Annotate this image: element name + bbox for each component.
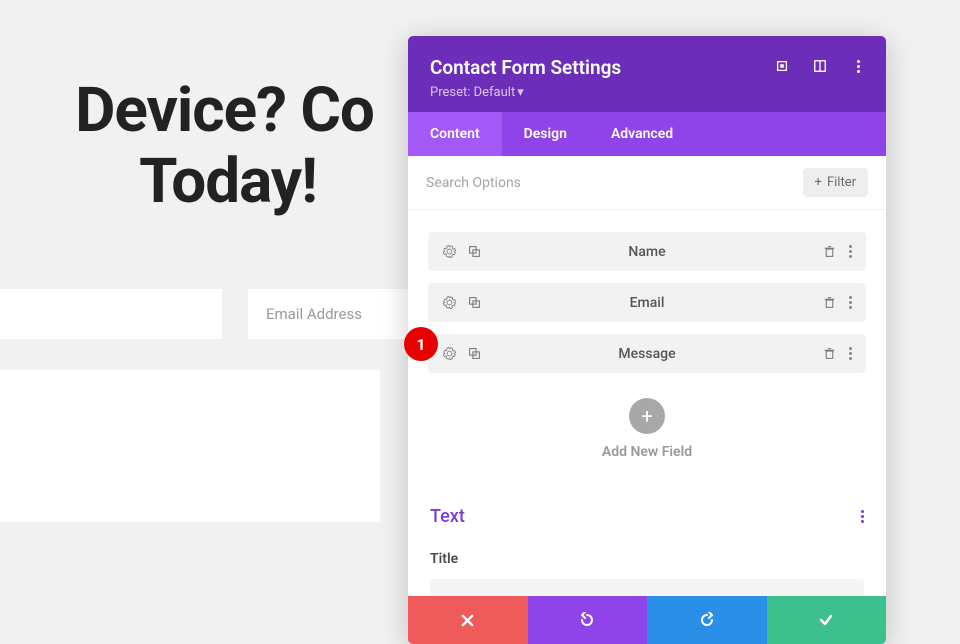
message-textarea[interactable] [0,370,380,522]
trash-icon[interactable] [822,244,837,259]
duplicate-icon[interactable] [467,346,482,361]
duplicate-icon[interactable] [467,295,482,310]
search-input[interactable]: Search Options [426,175,521,191]
trash-icon[interactable] [822,346,837,361]
layout-icon[interactable] [812,58,828,74]
confirm-button[interactable] [767,596,887,644]
field-label: Email [630,295,665,311]
tab-design[interactable]: Design [502,112,589,156]
chevron-down-icon: ▾ [517,85,524,100]
field-row-name[interactable]: Name [428,232,866,271]
page-heading: Device? CoToday! [18,75,438,218]
close-icon [460,613,475,628]
modal-header: Contact Form Settings Preset: Default▾ [408,36,886,112]
settings-modal: Contact Form Settings Preset: Default▾ C… [408,36,886,644]
tab-content[interactable]: Content [408,112,502,156]
more-icon[interactable] [849,347,852,360]
name-input[interactable] [0,289,222,339]
title-input[interactable] [430,579,864,596]
preset-selector[interactable]: Preset: Default▾ [430,85,864,100]
redo-icon [699,612,715,628]
undo-button[interactable] [528,596,648,644]
add-field-button[interactable]: + [629,398,665,434]
more-icon[interactable] [861,510,864,523]
cancel-button[interactable] [408,596,528,644]
gear-icon[interactable] [442,295,457,310]
gear-icon[interactable] [442,244,457,259]
more-icon[interactable] [849,245,852,258]
field-row-email[interactable]: Email [428,283,866,322]
add-field-label: Add New Field [408,444,886,460]
field-label: Name [628,244,665,260]
tab-advanced[interactable]: Advanced [589,112,695,156]
gear-icon[interactable] [442,346,457,361]
check-icon [818,612,834,628]
filter-button[interactable]: + Filter [803,168,868,197]
section-title[interactable]: Text [430,506,465,527]
expand-icon[interactable] [774,58,790,74]
more-icon[interactable] [849,296,852,309]
field-row-message[interactable]: Message [428,334,866,373]
annotation-badge: 1 [404,327,438,361]
undo-icon [579,612,595,628]
more-icon[interactable] [850,58,866,74]
plus-icon: + [641,404,652,428]
title-label: Title [430,551,864,567]
plus-icon: + [815,175,822,190]
field-label: Message [618,346,675,362]
trash-icon[interactable] [822,295,837,310]
duplicate-icon[interactable] [467,244,482,259]
tabs: Content Design Advanced [408,112,886,156]
redo-button[interactable] [647,596,767,644]
